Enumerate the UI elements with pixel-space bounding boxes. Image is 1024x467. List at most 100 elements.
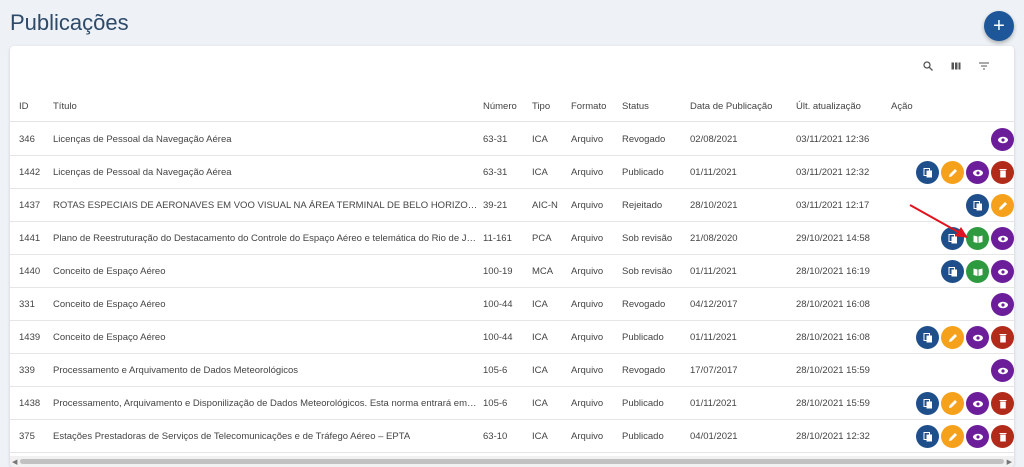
copy-icon [947,266,959,278]
column-header-format[interactable]: Formato [571,101,606,112]
cell-number: 63-10 [483,431,508,442]
table-row[interactable]: 1438 Processamento, Arquivamento e Dispon… [10,387,1014,420]
edit-pencil-icon [947,167,959,179]
cell-pub-date: 01/11/2021 [690,266,737,277]
copy-button[interactable] [941,260,964,283]
cell-status: Publicado [622,332,664,343]
cell-id: 375 [19,431,35,442]
delete-button[interactable] [991,425,1014,448]
delete-trash-icon [997,332,1009,344]
edit-pencil-icon [947,431,959,443]
filter-icon[interactable] [976,58,992,74]
view-eye-icon [997,266,1009,278]
column-header-number[interactable]: Número [483,101,517,112]
copy-button[interactable] [941,227,964,250]
table-row[interactable]: 339 Processamento e Arquivamento de Dados… [10,354,1014,387]
cell-status: Sob revisão [622,266,673,277]
copy-button[interactable] [916,392,939,415]
view-button[interactable] [991,293,1014,316]
review-button[interactable] [966,227,989,250]
edit-pencil-icon [947,332,959,344]
copy-button[interactable] [916,326,939,349]
cell-title: Licenças de Pessoal da Navegação Aérea [53,167,232,178]
row-actions [916,161,1014,184]
cell-title: Processamento e Arquivamento de Dados Me… [53,365,299,376]
delete-button[interactable] [991,326,1014,349]
delete-button[interactable] [991,161,1014,184]
table-row[interactable]: 375 Estações Prestadoras de Serviços de T… [10,420,1014,453]
edit-button[interactable] [941,392,964,415]
cell-pub-date: 04/12/2017 [690,299,738,310]
cell-number: 63-31 [483,134,508,145]
table-row[interactable]: 1441 Plano de Reestruturação do Destacame… [10,222,1014,255]
scrollbar-thumb[interactable] [20,459,1004,464]
column-header-pub-date[interactable]: Data de Publicação [690,101,772,112]
table-row[interactable]: 1440 Conceito de Espaço Aéreo 100-19 MCA Arq… [10,255,1014,288]
table-row[interactable]: 1439 Conceito de Espaço Aéreo 100-44 ICA Arq… [10,321,1014,354]
copy-button[interactable] [966,194,989,217]
cell-updated: 28/10/2021 15:59 [796,398,870,409]
view-eye-icon [997,233,1009,245]
column-header-id[interactable]: ID [19,101,29,112]
cell-title: Conceito de Espaço Aéreo [53,299,166,310]
review-book-icon [972,233,984,245]
add-publication-button[interactable]: + [984,11,1014,41]
cell-title: Licenças de Pessoal da Navegação Aérea [53,134,232,145]
view-eye-icon [997,134,1009,146]
edit-button[interactable] [941,161,964,184]
cell-title: Conceito de Espaço Aéreo [53,266,166,277]
row-actions [916,326,1014,349]
column-header-updated[interactable]: Últ. atualização [796,101,861,112]
view-button[interactable] [991,227,1014,250]
publications-table-card: ID Título Número Tipo Formato Status Dat… [10,46,1014,467]
cell-id: 339 [19,365,35,376]
cell-id: 1439 [19,332,41,343]
row-actions [991,359,1014,382]
copy-button[interactable] [916,425,939,448]
row-actions [991,128,1014,151]
cell-number: 105-6 [483,398,508,409]
view-button[interactable] [966,161,989,184]
view-button[interactable] [991,128,1014,151]
cell-pub-date: 01/11/2021 [690,332,737,343]
cell-format: Arquivo [571,134,604,145]
cell-updated: 28/10/2021 16:08 [796,299,870,310]
table-row[interactable]: 1442 Licenças de Pessoal da Navegação Aér… [10,156,1014,189]
edit-button[interactable] [941,425,964,448]
table-row[interactable]: 331 Conceito de Espaço Aéreo 100-44 ICA Arqu… [10,288,1014,321]
columns-icon[interactable] [948,58,964,74]
delete-trash-icon [997,398,1009,410]
row-actions [916,392,1014,415]
column-header-title[interactable]: Título [53,101,77,112]
cell-updated: 28/10/2021 16:08 [796,332,870,343]
cell-format: Arquivo [571,266,604,277]
review-button[interactable] [966,260,989,283]
column-header-status[interactable]: Status [622,101,649,112]
cell-format: Arquivo [571,365,604,376]
edit-button[interactable] [941,326,964,349]
view-button[interactable] [991,359,1014,382]
cell-status: Publicado [622,431,664,442]
table-row[interactable]: 346 Licenças de Pessoal da Navegação Aére… [10,123,1014,156]
horizontal-scrollbar[interactable]: ◀ ▶ [10,456,1014,467]
scroll-right-arrow-icon[interactable]: ▶ [1007,458,1012,466]
delete-button[interactable] [991,392,1014,415]
cell-title: Processamento, Arquivamento e Disponiliz… [53,398,478,409]
copy-icon [972,200,984,212]
table-row[interactable]: 1437 ROTAS ESPECIAIS DE AERONAVES EM VOO … [10,189,1014,222]
cell-number: 105-6 [483,365,508,376]
cell-type: ICA [532,332,548,343]
edit-button[interactable] [991,194,1014,217]
view-button[interactable] [966,425,989,448]
cell-format: Arquivo [571,200,604,211]
view-button[interactable] [991,260,1014,283]
view-eye-icon [972,167,984,179]
scroll-left-arrow-icon[interactable]: ◀ [12,458,17,466]
view-button[interactable] [966,392,989,415]
cell-updated: 29/10/2021 14:58 [796,233,870,244]
copy-button[interactable] [916,161,939,184]
search-icon[interactable] [920,58,936,74]
cell-title: Plano de Reestruturação do Destacamento … [53,233,478,244]
column-header-type[interactable]: Tipo [532,101,550,112]
view-button[interactable] [966,326,989,349]
